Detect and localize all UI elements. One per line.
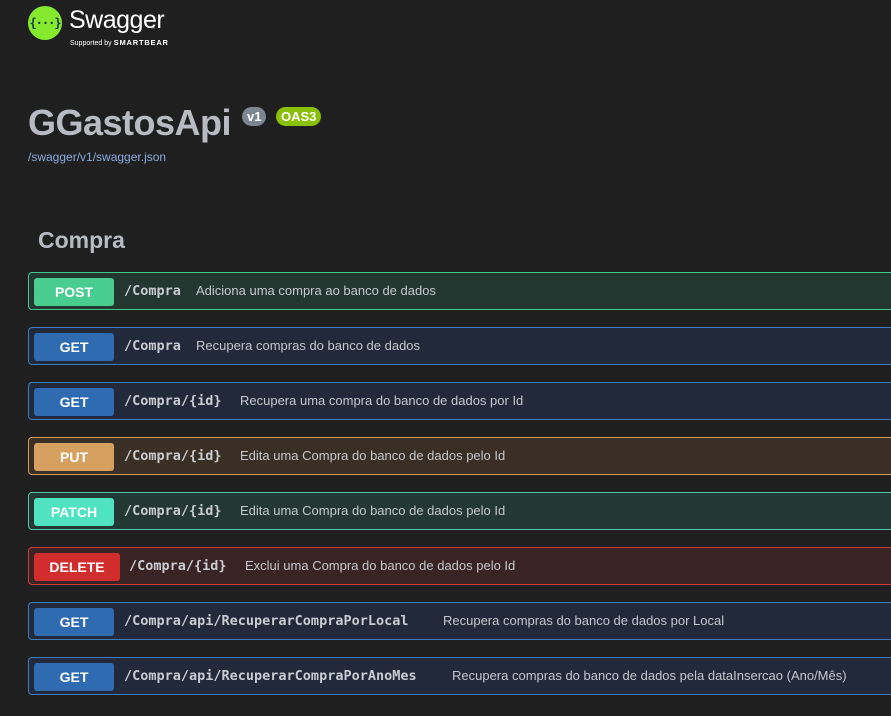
operation-path: /Compra/api/RecuperarCompraPorLocal — [124, 613, 409, 629]
operation-summary: Exclui uma Compra do banco de dados pelo… — [245, 558, 516, 573]
operation-path: /Compra/{id} — [124, 448, 222, 464]
operation-patch-compra-id[interactable]: PATCH /Compra/{id} Edita uma Compra do b… — [28, 492, 891, 530]
operation-path: /Compra/api/RecuperarCompraPorAnoMes — [124, 668, 417, 684]
supported-by-text: Supported by — [70, 40, 112, 47]
operation-summary: Edita uma Compra do banco de dados pelo … — [240, 448, 506, 463]
operation-summary: Recupera compras do banco de dados pela … — [452, 668, 847, 683]
operation-path: /Compra/{id} — [124, 393, 222, 409]
operation-delete-compra-id[interactable]: DELETE /Compra/{id} Exclui uma Compra do… — [28, 547, 891, 585]
method-badge-get: GET — [34, 333, 114, 361]
operation-post-compra[interactable]: POST /Compra Adiciona uma compra ao banc… — [28, 272, 891, 310]
operation-get-compra-id[interactable]: GET /Compra/{id} Recupera uma compra do … — [28, 382, 891, 420]
operation-summary: Recupera compras do banco de dados por L… — [443, 613, 725, 628]
method-badge-delete: DELETE — [34, 553, 120, 581]
operation-get-compra[interactable]: GET /Compra Recupera compras do banco de… — [28, 327, 891, 365]
trademark-mark: ™ — [150, 26, 155, 32]
spec-url-link[interactable]: /swagger/v1/swagger.json — [28, 150, 166, 164]
method-badge-put: PUT — [34, 443, 114, 471]
supported-by-label: Supported by SMARTBEAR — [70, 38, 169, 47]
method-badge-get: GET — [34, 663, 114, 691]
operation-summary: Recupera compras do banco de dados — [196, 338, 421, 353]
operation-path: /Compra — [124, 283, 181, 299]
smartbear-brand: SMARTBEAR — [113, 38, 169, 47]
tag-compra-header[interactable]: Compra — [38, 227, 125, 254]
method-badge-get: GET — [34, 388, 114, 416]
swagger-logo-icon[interactable]: {···} — [28, 6, 62, 40]
method-badge-patch: PATCH — [34, 498, 114, 526]
version-badge: v1 — [242, 107, 267, 126]
topbar: {···} Swagger ™ Supported by SMARTBEAR — [0, 0, 891, 60]
operation-path: /Compra/{id} — [129, 558, 227, 574]
operation-summary: Adiciona uma compra ao banco de dados — [196, 283, 436, 298]
operation-get-recuperar-por-local[interactable]: GET /Compra/api/RecuperarCompraPorLocal … — [28, 602, 891, 640]
api-title: GGastosApi — [28, 102, 232, 143]
oas-badge: OAS3 — [276, 107, 322, 126]
operation-summary: Recupera uma compra do banco de dados po… — [240, 393, 524, 408]
method-badge-post: POST — [34, 278, 114, 306]
operation-put-compra-id[interactable]: PUT /Compra/{id} Edita uma Compra do ban… — [28, 437, 891, 475]
operation-get-recuperar-por-ano-mes[interactable]: GET /Compra/api/RecuperarCompraPorAnoMes… — [28, 657, 891, 695]
operation-summary: Edita uma Compra do banco de dados pelo … — [240, 503, 506, 518]
operation-path: /Compra — [124, 338, 181, 354]
operation-path: /Compra/{id} — [124, 503, 222, 519]
method-badge-get: GET — [34, 608, 114, 636]
